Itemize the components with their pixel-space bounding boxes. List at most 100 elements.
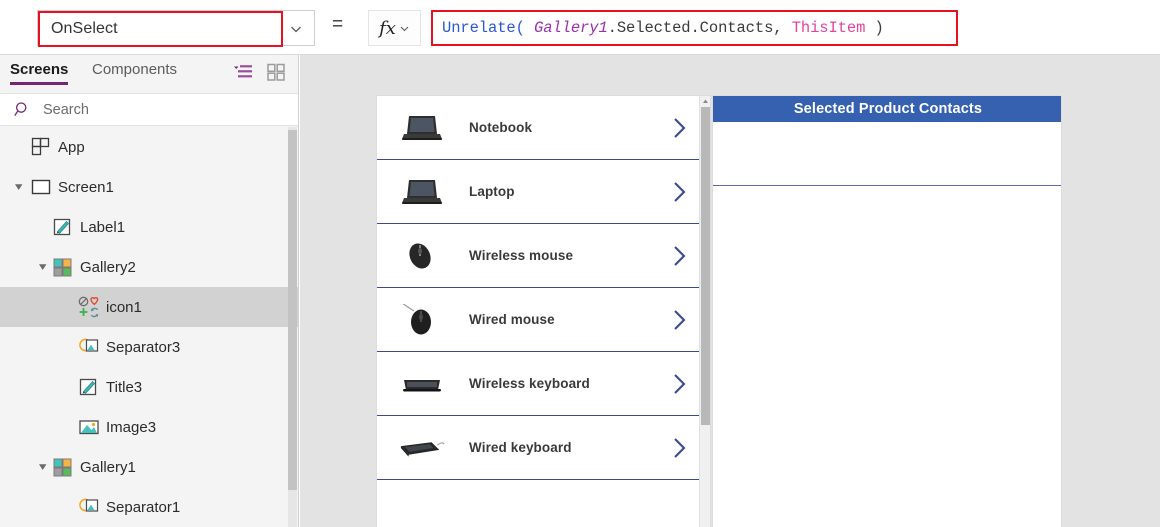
scroll-up-arrow-icon[interactable]: [702, 98, 709, 105]
icon-set-icon: [78, 296, 100, 318]
wired-mouse-thumb: [399, 302, 445, 338]
chevron-right-icon[interactable]: [671, 372, 688, 396]
tab-screens[interactable]: Screens: [10, 61, 69, 85]
gallery-products-scrollbar-thumb[interactable]: [701, 107, 710, 425]
formula-input[interactable]: Unrelate( Gallery1.Selected.Contacts, Th…: [431, 10, 958, 46]
gallery-product-row[interactable]: Laptop: [377, 160, 710, 224]
chevron-right-icon[interactable]: [671, 244, 688, 268]
formula-token-1: [525, 19, 534, 37]
tree-item-label1[interactable]: Label1: [0, 207, 298, 247]
tree-item-separator1[interactable]: Separator1: [0, 487, 298, 527]
gallery-product-label: Wired keyboard: [469, 440, 572, 455]
formula-token-5: ThisItem: [791, 19, 866, 37]
tree-item-app[interactable]: App: [0, 127, 298, 167]
tree-item-label: icon1: [106, 298, 142, 316]
chevron-down-icon[interactable]: [399, 23, 410, 34]
search-icon: [14, 101, 31, 118]
caret-expanded-icon[interactable]: [38, 262, 48, 272]
tab-components-label: Components: [92, 61, 178, 78]
image-icon: [78, 416, 100, 438]
sidebar-scrollbar-thumb[interactable]: [288, 130, 297, 490]
app-icon: [30, 136, 52, 158]
tree-item-label: Gallery1: [80, 458, 136, 476]
tree-item-separator3[interactable]: Separator3: [0, 327, 298, 367]
tree-item-image3[interactable]: Image3: [0, 407, 298, 447]
contacts-gallery-body: [713, 187, 1061, 527]
component-tree: App Screen1 Label1 Gallery2 icon1 Separator3 T…: [0, 127, 298, 527]
wireless-mouse-thumb: [399, 238, 445, 274]
sidebar-tabs: Screens Components: [0, 55, 298, 91]
chevron-right-icon[interactable]: [671, 180, 688, 204]
gallery-product-label: Notebook: [469, 120, 533, 135]
tab-components[interactable]: Components: [92, 61, 177, 83]
equals-sign: =: [332, 14, 344, 35]
gallery-products-scrollbar-track[interactable]: [699, 96, 710, 527]
tab-screens-label: Screens: [10, 61, 69, 78]
search-input[interactable]: [41, 100, 271, 119]
power-apps-studio-window: OnSelect = fx Unrelate( Gallery1.Selecte…: [0, 0, 1160, 527]
tree-item-gallery2[interactable]: Gallery2: [0, 247, 298, 287]
gallery-product-row[interactable]: Notebook: [377, 96, 710, 160]
wireless-keyboard-thumb: [399, 366, 445, 402]
formula-text: Unrelate( Gallery1.Selected.Contacts, Th…: [442, 19, 884, 37]
left-sidebar: Screens Components Search App Screen1 La…: [0, 55, 299, 527]
gallery-products[interactable]: Notebook Laptop Wireless mouse Wired mouse W…: [376, 95, 711, 527]
gallery-product-label: Wired mouse: [469, 312, 555, 327]
formula-token-6: ): [865, 19, 884, 37]
gallery-product-row[interactable]: Wireless mouse: [377, 224, 710, 288]
chevron-right-icon[interactable]: [671, 436, 688, 460]
tree-item-label: Screen1: [58, 178, 114, 196]
tree-item-screen1[interactable]: Screen1: [0, 167, 298, 207]
property-dropdown[interactable]: OnSelect: [37, 10, 315, 47]
tree-item-label: Label1: [80, 218, 126, 236]
separator-icon: [78, 336, 100, 358]
tree-item-label: App: [58, 138, 85, 156]
gallery-product-label: Laptop: [469, 184, 515, 199]
view-toggle-group: [233, 63, 287, 81]
laptop-thumb: [399, 174, 445, 210]
chevron-right-icon[interactable]: [671, 308, 688, 332]
gallery-products-list: Notebook Laptop Wireless mouse Wired mouse W…: [377, 96, 710, 480]
gallery-contacts[interactable]: Selected Product Contacts: [712, 95, 1062, 527]
tree-item-gallery1[interactable]: Gallery1: [0, 447, 298, 487]
wired-keyboard-thumb: [399, 430, 445, 466]
caret-expanded-icon[interactable]: [14, 182, 24, 192]
chevron-right-icon[interactable]: [671, 116, 688, 140]
screen-icon: [30, 176, 52, 198]
app-canvas: Notebook Laptop Wireless mouse Wired mouse W…: [300, 55, 1160, 527]
property-dropdown-highlight[interactable]: OnSelect: [38, 11, 283, 47]
tree-item-label: Title3: [106, 378, 143, 396]
tree-item-icon1[interactable]: icon1: [0, 287, 298, 327]
tree-item-label: Separator3: [106, 338, 181, 356]
contacts-gallery-template-row[interactable]: [713, 122, 1061, 186]
caret-expanded-icon[interactable]: [38, 462, 48, 472]
gallery-product-row[interactable]: Wired mouse: [377, 288, 710, 352]
separator-icon: [78, 496, 100, 518]
tree-item-label: Gallery2: [80, 258, 136, 276]
fx-icon: fx: [379, 17, 396, 39]
fx-button[interactable]: fx: [368, 10, 421, 46]
label-icon: [78, 376, 100, 398]
property-dropdown-value: OnSelect: [51, 20, 118, 37]
chevron-down-icon[interactable]: [289, 22, 303, 36]
search-box[interactable]: [0, 93, 298, 126]
tree-item-title3[interactable]: Title3: [0, 367, 298, 407]
notebook-thumb: [399, 110, 445, 146]
gallery-icon: [52, 456, 74, 478]
gallery-icon: [52, 256, 74, 278]
formula-token-0: Unrelate(: [442, 19, 525, 37]
contacts-gallery-header: Selected Product Contacts: [713, 96, 1061, 122]
formula-token-2: Gallery1: [534, 19, 608, 37]
contacts-gallery-title: Selected Product Contacts: [793, 101, 983, 117]
formula-token-4: [783, 19, 792, 37]
tile-view-icon[interactable]: [267, 63, 287, 81]
tree-item-label: Separator1: [106, 498, 181, 516]
tree-item-label: Image3: [106, 418, 157, 436]
gallery-product-row[interactable]: Wireless keyboard: [377, 352, 710, 416]
formula-token-3: .Selected.Contacts,: [607, 19, 783, 37]
gallery-product-label: Wireless mouse: [469, 248, 574, 263]
label-icon: [52, 216, 74, 238]
gallery-product-row[interactable]: Wired keyboard: [377, 416, 710, 480]
gallery-product-label: Wireless keyboard: [469, 376, 590, 391]
tree-view-icon[interactable]: [233, 63, 253, 81]
